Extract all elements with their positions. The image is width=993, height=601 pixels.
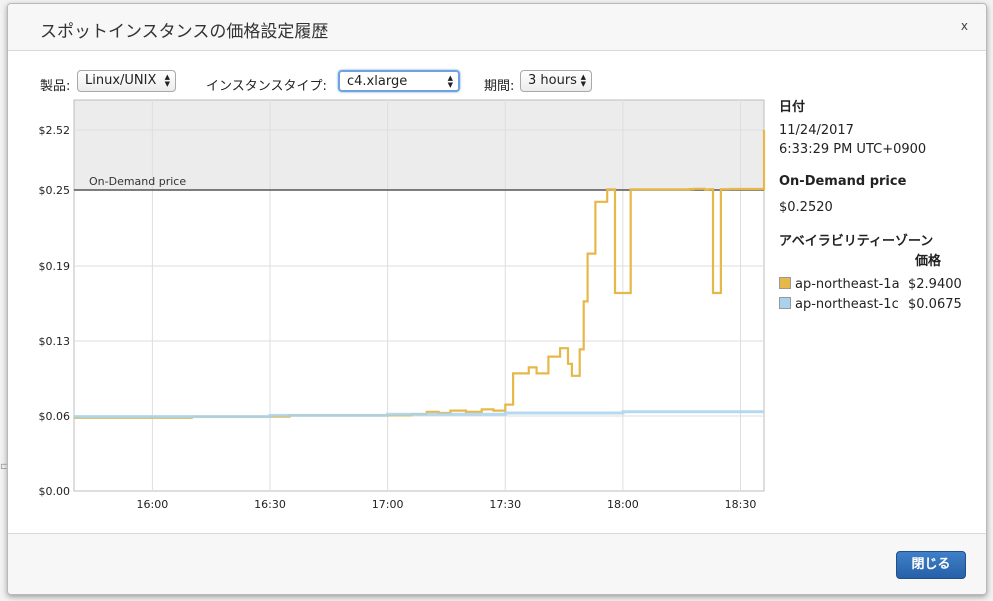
date-value: 11/24/2017 [779,123,854,138]
x-tick-label: 16:30 [254,498,286,511]
close-button[interactable]: 閉じる [896,551,966,579]
x-tick-label: 16:00 [137,498,169,511]
zone-a-swatch [779,277,791,289]
legend-row-zone-c: ap-northeast-1c $0.0675 [779,297,962,313]
y-tick-label: $0.13 [39,335,71,348]
x-tick-label: 18:30 [725,498,757,511]
dialog-footer: 閉じる [8,533,986,594]
y-tick-label: $0.00 [39,485,71,498]
zone-c-name: ap-northeast-1c [795,297,899,312]
y-tick-label: $0.06 [39,410,71,423]
ondemand-value: $0.2520 [779,200,833,215]
x-tick-label: 17:30 [489,498,521,511]
legend-row-zone-a: ap-northeast-1a $2.9400 [779,277,962,293]
y-tick-label: $2.52 [39,124,71,137]
zone-c-swatch [779,297,791,309]
zone-c-price: $0.0675 [908,297,962,312]
zone-a-name: ap-northeast-1a [795,277,900,292]
y-tick-label: $0.19 [39,260,71,273]
time-value: 6:33:29 PM UTC+0900 [779,142,927,157]
spot-price-history-dialog: スポットインスタンスの価格設定履歴 x 製品: Linux/UNIX ▲ ▼ イン… [7,3,987,595]
price-chart: $0.00 $0.06 $0.13 $0.19 $0.25 $2.52 16:00 16:30… [39,99,766,511]
price-heading: 価格 [915,254,942,269]
x-tick-label: 18:00 [607,498,639,511]
close-x-icon[interactable]: x [961,19,968,33]
date-heading: 日付 [779,100,806,115]
ondemand-heading: On-Demand price [779,174,907,189]
az-heading: アベイラビリティーゾーン [779,234,934,249]
zone-a-price: $2.9400 [908,277,962,292]
x-tick-label: 17:00 [372,498,404,511]
ondemand-reference-label: On-Demand price [89,175,186,188]
y-tick-label: $0.25 [39,184,71,197]
